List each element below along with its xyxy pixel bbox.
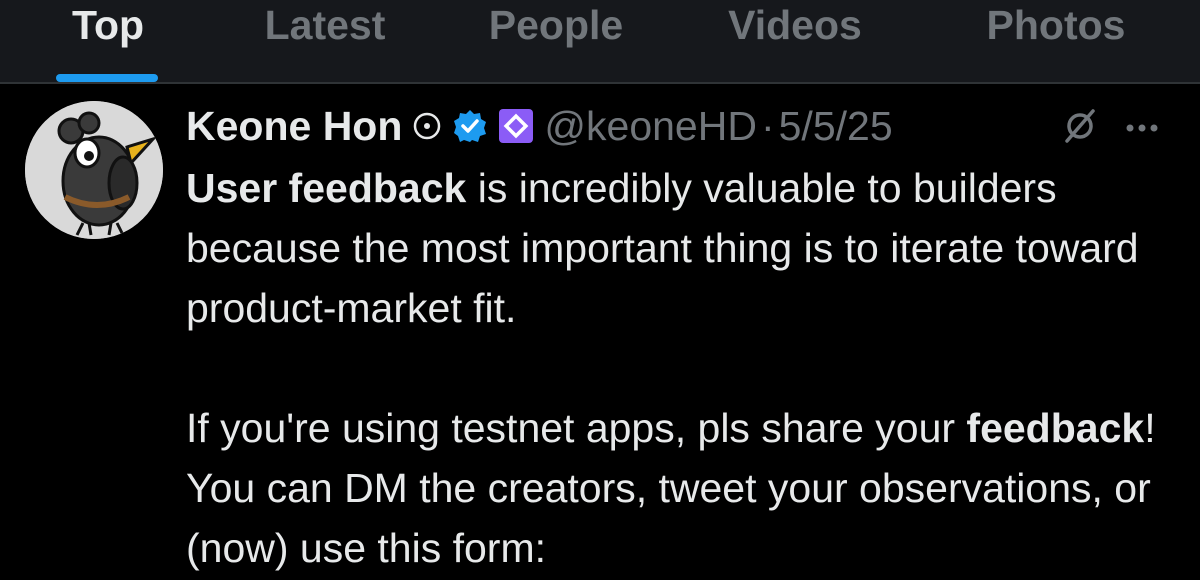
search-results-page: Top Latest People Videos Photos Keone Ho… — [0, 0, 1200, 580]
tweet-header: Keone Hon @keoneHD · 5/5/25 — [186, 98, 1186, 154]
tab-latest[interactable]: Latest — [230, 0, 420, 84]
verified-badge-icon[interactable] — [452, 108, 488, 144]
tweet-text: User feedback is incredibly valuable to … — [186, 158, 1186, 578]
more-icon[interactable] — [1124, 112, 1160, 142]
separator-dot: · — [760, 103, 775, 149]
circle-dot-icon — [412, 111, 442, 141]
author-handle[interactable]: @keoneHD — [544, 98, 757, 154]
tweet-paragraph-2: If you're using testnet apps, pls share … — [186, 398, 1186, 578]
tweet-date[interactable]: 5/5/25 — [779, 98, 893, 154]
display-name[interactable]: Keone Hon — [186, 98, 402, 154]
bold-text: User feedback — [186, 165, 467, 211]
bold-text: feedback — [966, 405, 1145, 451]
grok-icon[interactable] — [1062, 108, 1098, 149]
tab-top[interactable]: Top — [30, 0, 186, 84]
search-tab-bar: Top Latest People Videos Photos — [0, 0, 1200, 84]
affiliate-badge-icon[interactable] — [498, 108, 534, 144]
paragraph-text: If you're using testnet apps, pls share … — [186, 405, 967, 451]
tab-people[interactable]: People — [466, 0, 646, 84]
tab-videos[interactable]: Videos — [706, 0, 884, 84]
avatar[interactable] — [25, 101, 163, 239]
tweet-paragraph-1: User feedback is incredibly valuable to … — [186, 158, 1186, 338]
active-tab-indicator — [56, 74, 158, 82]
tab-photos[interactable]: Photos — [960, 0, 1152, 84]
